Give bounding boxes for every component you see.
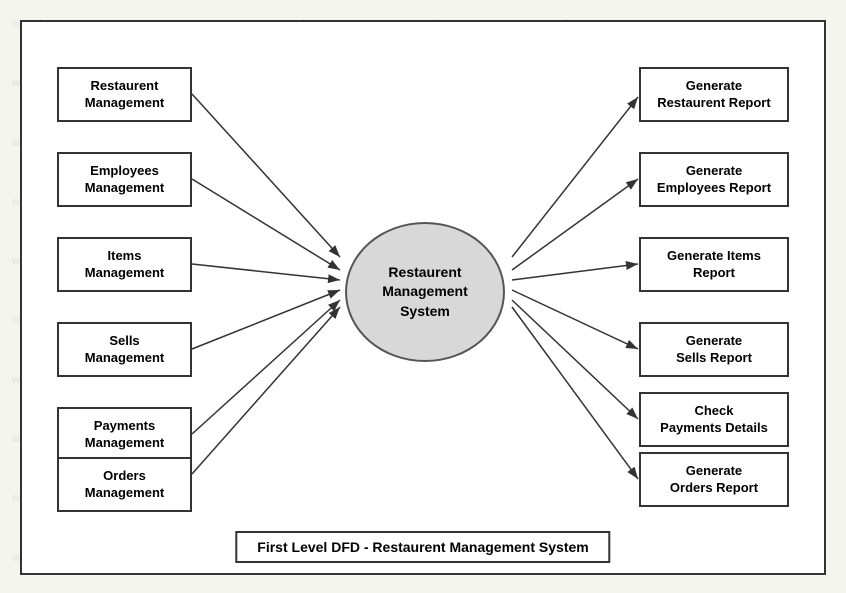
box-sells-management: SellsManagement xyxy=(57,322,192,377)
box-check-payments-details: CheckPayments Details xyxy=(639,392,789,447)
box-orders-management: OrdersManagement xyxy=(57,457,192,512)
diagram-caption: First Level DFD - Restaurent Management … xyxy=(235,531,610,563)
box-generate-sells-report: GenerateSells Report xyxy=(639,322,789,377)
box-generate-items-report: Generate ItemsReport xyxy=(639,237,789,292)
center-system-ellipse: RestaurentManagementSystem xyxy=(345,222,505,362)
box-generate-restaurant-report: GenerateRestaurent Report xyxy=(639,67,789,122)
diagram-container: RestaurentManagement EmployeesManagement… xyxy=(20,20,826,575)
box-payments-management: PaymentsManagement xyxy=(57,407,192,462)
box-restaurant-management: RestaurentManagement xyxy=(57,67,192,122)
box-items-management: ItemsManagement xyxy=(57,237,192,292)
box-generate-employees-report: GenerateEmployees Report xyxy=(639,152,789,207)
box-generate-orders-report: GenerateOrders Report xyxy=(639,452,789,507)
diagram-area: RestaurentManagement EmployeesManagement… xyxy=(22,22,824,573)
box-employees-management: EmployeesManagement xyxy=(57,152,192,207)
